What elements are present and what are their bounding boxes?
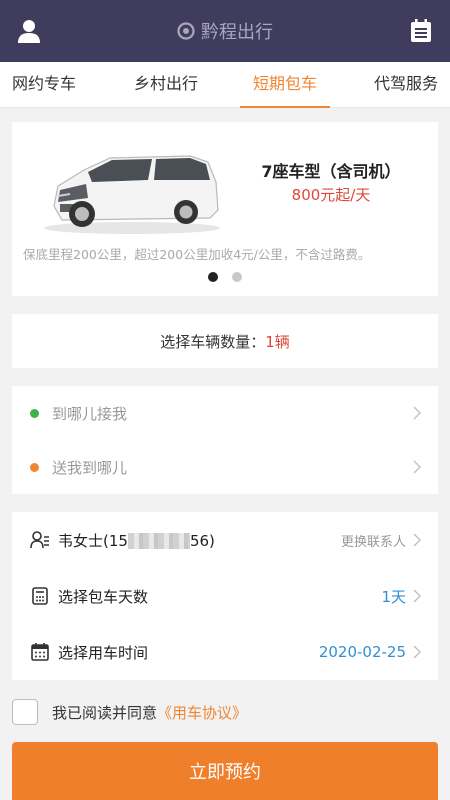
brand-logo-icon <box>177 22 195 40</box>
calendar-icon[interactable] <box>410 19 432 43</box>
contact-name: 韦女士(15 56) <box>58 531 215 550</box>
minivan-image <box>44 155 220 234</box>
contact-row[interactable]: 韦女士(15 56) 更换联系人 <box>12 512 438 568</box>
vehicle-count-value: 1辆 <box>265 332 290 351</box>
booking-info-card: 韦女士(15 56) 更换联系人 选择包车天数 1天 选择用车时间 2020-02… <box>12 512 438 680</box>
chevron-right-icon <box>413 406 422 420</box>
vehicle-carousel-card[interactable]: 7座车型（含司机） 800元起/天 保底里程200公里，超过200公里加收4元/… <box>12 122 438 296</box>
dropoff-placeholder: 送我到哪儿 <box>52 458 128 477</box>
charter-days-value: 1天 <box>381 587 406 606</box>
agreement-link[interactable]: 《用车协议》 <box>157 702 247 723</box>
charter-days-row[interactable]: 选择包车天数 1天 <box>12 568 438 624</box>
pickup-time-value: 2020-02-25 <box>318 643 406 661</box>
top-bar: 黔程出行 <box>0 0 450 62</box>
calculator-icon <box>32 587 48 605</box>
dropoff-location-row[interactable]: 送我到哪儿 <box>12 440 438 494</box>
calendar-icon <box>31 643 49 661</box>
tab-short-charter[interactable]: 短期包车 <box>240 62 330 108</box>
pickup-time-label: 选择用车时间 <box>58 643 149 662</box>
mileage-note: 保底里程200公里，超过200公里加收4元/公里，不含过路费。 <box>23 247 371 262</box>
carousel-dot-active[interactable] <box>208 272 218 282</box>
chevron-right-icon <box>413 589 422 603</box>
route-card: 到哪儿接我 送我到哪儿 <box>12 386 438 494</box>
pickup-time-row[interactable]: 选择用车时间 2020-02-25 <box>12 624 438 680</box>
charter-days-label: 选择包车天数 <box>58 587 149 606</box>
masked-phone-digits <box>127 532 190 549</box>
car-price: 800元起/天 <box>291 186 371 204</box>
vehicle-count-label: 选择车辆数量： <box>160 332 266 351</box>
carousel-dot[interactable] <box>232 272 242 282</box>
dropoff-dot-icon <box>30 462 39 472</box>
service-tabs: 网约专车 乡村出行 短期包车 代驾服务 <box>0 62 450 108</box>
pickup-dot-icon <box>30 408 39 418</box>
agreement-row: 我已阅读并同意 《用车协议》 <box>12 697 247 727</box>
tab-designated-driver[interactable]: 代驾服务 <box>362 62 450 108</box>
car-model-title: 7座车型（含司机） <box>261 162 401 181</box>
tab-rural-travel[interactable]: 乡村出行 <box>122 62 210 108</box>
pickup-location-row[interactable]: 到哪儿接我 <box>12 386 438 440</box>
chevron-right-icon <box>413 645 422 659</box>
carousel-indicator <box>12 272 438 282</box>
brand-title: 黔程出行 <box>0 0 450 62</box>
change-contact-link[interactable]: 更换联系人 <box>341 531 406 550</box>
agreement-text: 我已阅读并同意 <box>52 703 158 722</box>
chevron-right-icon <box>413 460 422 474</box>
pickup-placeholder: 到哪儿接我 <box>52 404 128 423</box>
book-now-button[interactable]: 立即预约 <box>12 742 438 800</box>
agreement-checkbox[interactable] <box>12 699 38 725</box>
app-title: 黔程出行 <box>201 22 273 43</box>
chevron-right-icon <box>413 533 422 547</box>
vehicle-count-selector[interactable]: 选择车辆数量： 1辆 <box>12 314 438 368</box>
tab-online-car[interactable]: 网约专车 <box>0 62 88 108</box>
contact-person-icon <box>30 531 49 549</box>
